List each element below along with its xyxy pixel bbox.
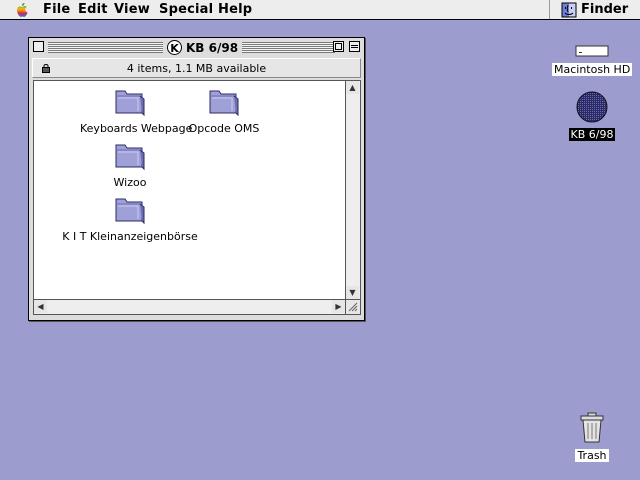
hard-disk-icon bbox=[575, 45, 609, 57]
folder-icon bbox=[115, 198, 145, 225]
scroll-up-arrow-icon[interactable]: ▲ bbox=[346, 81, 359, 94]
folder-icon bbox=[115, 90, 145, 117]
folder-kit-kleinanzeigenboerse[interactable]: K I T Kleinanzeigenbörse bbox=[60, 193, 200, 244]
folder-icon bbox=[115, 144, 145, 171]
trash-icon bbox=[580, 412, 604, 443]
window-info-bar: 4 items, 1.1 MB available bbox=[32, 58, 361, 78]
collapse-box-icon[interactable] bbox=[349, 41, 360, 52]
zoom-box-icon[interactable] bbox=[333, 41, 344, 52]
horizontal-scrollbar[interactable]: ◀ ▶ bbox=[33, 300, 346, 315]
desktop-icon-label: Trash bbox=[575, 449, 609, 462]
folder-icon bbox=[209, 90, 239, 117]
menu-separator bbox=[549, 0, 550, 19]
window-title: K KB 6/98 bbox=[163, 39, 243, 56]
menu-special[interactable]: Special bbox=[159, 2, 213, 17]
folder-label: Opcode OMS bbox=[188, 122, 260, 135]
desktop-icon-label: Macintosh HD bbox=[552, 63, 633, 76]
menu-help[interactable]: Help bbox=[218, 2, 252, 17]
folder-label: Wizoo bbox=[113, 176, 147, 189]
finder-window[interactable]: K KB 6/98 4 items, 1.1 MB available Keyb… bbox=[28, 37, 365, 321]
menu-view[interactable]: View bbox=[114, 2, 150, 17]
folder-label: Keyboards Webpage bbox=[80, 122, 193, 135]
desktop-icon-label: KB 6/98 bbox=[568, 128, 616, 141]
folder-label: K I T Kleinanzeigenbörse bbox=[62, 230, 198, 243]
folder-opcode-oms[interactable]: Opcode OMS bbox=[184, 85, 264, 136]
volume-k-icon: K bbox=[167, 40, 182, 55]
folder-keyboards-webpage[interactable]: Keyboards Webpage bbox=[80, 85, 192, 136]
folder-wizoo[interactable]: Wizoo bbox=[90, 139, 170, 190]
items-available-text: 4 items, 1.1 MB available bbox=[126, 62, 267, 75]
scroll-left-arrow-icon[interactable]: ◀ bbox=[34, 300, 47, 313]
app-name: Finder bbox=[581, 2, 629, 17]
menu-file[interactable]: File bbox=[43, 2, 70, 17]
window-titlebar[interactable]: K KB 6/98 bbox=[29, 38, 364, 57]
scroll-down-arrow-icon[interactable]: ▼ bbox=[346, 286, 359, 299]
window-content[interactable]: Keyboards Webpage Opcode OMS Wizoo K I T… bbox=[33, 80, 346, 300]
apple-menu-icon[interactable] bbox=[14, 2, 30, 18]
resize-grip-icon[interactable] bbox=[346, 300, 361, 315]
desktop-icon-kb-698[interactable]: KB 6/98 bbox=[552, 91, 632, 142]
menu-edit[interactable]: Edit bbox=[78, 2, 108, 17]
desktop-icon-macintosh-hd[interactable]: Macintosh HD bbox=[552, 44, 633, 77]
finder-icon bbox=[561, 2, 577, 18]
menu-bar: File Edit View Special Help Finder bbox=[0, 0, 640, 20]
vertical-scrollbar[interactable]: ▲ ▼ bbox=[346, 80, 361, 300]
desktop-icon-trash[interactable]: Trash bbox=[560, 412, 624, 463]
window-title-text: KB 6/98 bbox=[186, 40, 239, 55]
cd-volume-icon bbox=[576, 91, 608, 123]
close-box-icon[interactable] bbox=[33, 41, 44, 52]
scroll-right-arrow-icon[interactable]: ▶ bbox=[332, 300, 345, 313]
